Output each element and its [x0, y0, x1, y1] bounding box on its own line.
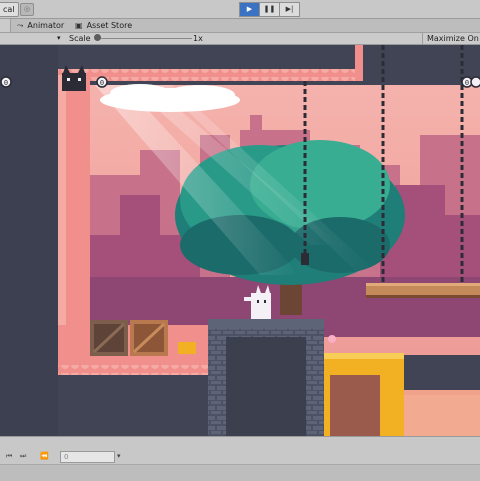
animator-icon: ⤳: [17, 21, 24, 30]
store-icon: ▣: [75, 21, 83, 30]
bottom-panel: ⏮ ⏭ ⏪ 0 ▾: [0, 436, 480, 481]
fast-forward-icon[interactable]: ⏭: [20, 452, 26, 461]
hud-counter-player: 0: [96, 76, 108, 88]
game-scene: 0 0 0: [0, 45, 480, 436]
layout-dropdown[interactable]: cal: [0, 2, 19, 17]
pause-button[interactable]: ❚❚: [260, 2, 280, 17]
swing-platform: [366, 283, 480, 298]
grass-block: [324, 353, 404, 436]
step-button[interactable]: ▶|: [280, 2, 300, 17]
step-icon: ▶|: [285, 5, 294, 13]
play-button[interactable]: ▶: [239, 2, 260, 17]
hud-counter-right: 0: [461, 76, 480, 88]
tab-animator[interactable]: ⤳ Animator: [14, 19, 64, 32]
scale-slider-thumb[interactable]: [94, 34, 101, 41]
tab-asset-store-label: Asset Store: [86, 21, 133, 30]
step-back-icon[interactable]: ⏪: [40, 452, 49, 460]
scale-slider[interactable]: [96, 38, 192, 39]
svg-text:0: 0: [4, 79, 8, 87]
svg-text:0: 0: [100, 79, 104, 87]
play-icon: ▶: [246, 5, 253, 13]
pause-icon: ❚❚: [263, 5, 276, 13]
frame-field[interactable]: 0: [60, 451, 115, 463]
scale-label: Scale: [69, 34, 91, 43]
playback-controls: ▶ ❚❚ ▶|: [239, 2, 300, 17]
crate-1: [90, 320, 128, 356]
editor-tabs: ⤳ Animator ▣ Asset Store: [0, 19, 480, 33]
layout-settings-button[interactable]: ◎: [20, 3, 34, 16]
bottom-strip: [0, 464, 480, 481]
tab-game[interactable]: [0, 19, 11, 32]
crate-2: [130, 320, 168, 356]
stone-pillar: [208, 319, 324, 436]
scale-value: 1x: [193, 34, 203, 43]
bow-item: [178, 342, 196, 354]
game-view-controls: ▾ Scale 1x Maximize On P: [0, 33, 480, 45]
game-viewport[interactable]: 0 0 0: [0, 45, 480, 436]
svg-text:0: 0: [465, 79, 469, 87]
hud-counter-left: 0: [0, 76, 12, 88]
display-dropdown-caret[interactable]: ▾: [57, 33, 61, 44]
flower: [328, 335, 336, 343]
rewind-icon[interactable]: ⏮: [6, 452, 12, 461]
main-toolbar: cal ◎ ▶ ❚❚ ▶|: [0, 0, 480, 19]
frame-dropdown-caret[interactable]: ▾: [117, 452, 121, 460]
tab-asset-store[interactable]: ▣ Asset Store: [72, 19, 132, 32]
tab-animator-label: Animator: [27, 21, 65, 30]
maximize-on-play-toggle[interactable]: Maximize On P: [422, 33, 480, 44]
